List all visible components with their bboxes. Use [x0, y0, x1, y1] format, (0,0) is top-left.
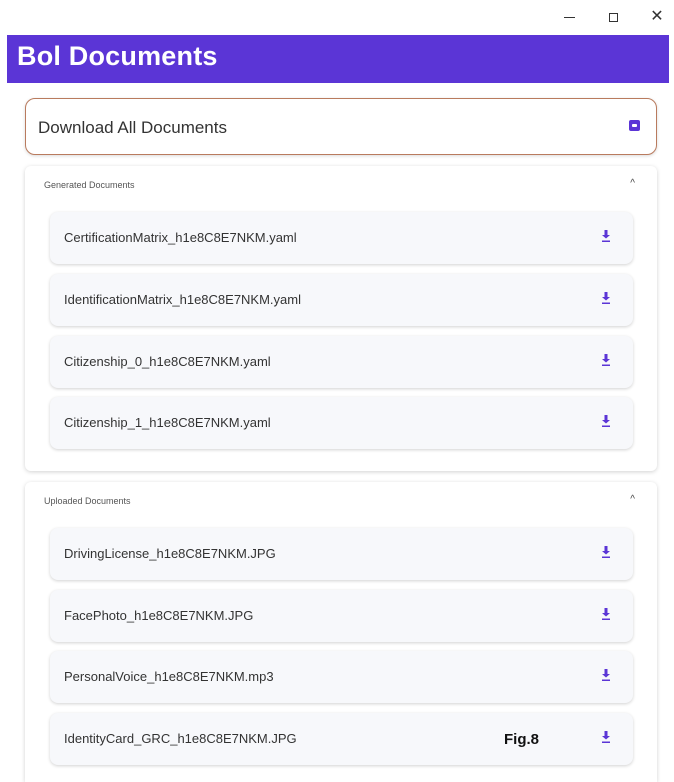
document-item[interactable]: Citizenship_0_h1e8C8E7NKM.yaml — [50, 336, 633, 388]
close-button[interactable]: ✕ — [642, 6, 672, 28]
download-icon[interactable] — [601, 230, 611, 242]
generated-documents-title: Generated Documents — [44, 180, 135, 190]
maximize-button[interactable] — [598, 6, 628, 28]
collapse-generated-button[interactable]: ^ — [630, 178, 635, 189]
document-name: CertificationMatrix_h1e8C8E7NKM.yaml — [64, 230, 297, 245]
document-name: PersonalVoice_h1e8C8E7NKM.mp3 — [64, 669, 274, 684]
document-name: IdentificationMatrix_h1e8C8E7NKM.yaml — [64, 292, 301, 307]
app-header: Bol Documents — [7, 35, 669, 83]
document-item[interactable]: CertificationMatrix_h1e8C8E7NKM.yaml — [50, 212, 633, 264]
document-name: DrivingLicense_h1e8C8E7NKM.JPG — [64, 546, 276, 561]
document-item[interactable]: FacePhoto_h1e8C8E7NKM.JPG — [50, 590, 633, 642]
minimize-button[interactable] — [554, 6, 584, 28]
download-icon[interactable] — [601, 731, 611, 743]
uploaded-documents-title: Uploaded Documents — [44, 496, 131, 506]
figure-label: Fig.8 — [504, 731, 540, 748]
download-icon[interactable] — [601, 354, 611, 366]
download-icon[interactable] — [601, 608, 611, 620]
archive-download-icon — [629, 120, 640, 131]
minimize-icon — [563, 16, 575, 18]
document-item[interactable]: IdentificationMatrix_h1e8C8E7NKM.yaml — [50, 274, 633, 326]
uploaded-documents-panel: Uploaded Documents ^ DrivingLicense_h1e8… — [25, 482, 657, 782]
document-item[interactable]: DrivingLicense_h1e8C8E7NKM.JPG — [50, 528, 633, 580]
page-title: Bol Documents — [17, 41, 218, 71]
document-name: IdentityCard_GRC_h1e8C8E7NKM.JPG — [64, 731, 297, 746]
window-titlebar: ✕ — [0, 0, 674, 34]
download-icon[interactable] — [601, 546, 611, 558]
download-icon[interactable] — [601, 415, 611, 427]
download-all-label: Download All Documents — [38, 118, 227, 137]
document-item[interactable]: PersonalVoice_h1e8C8E7NKM.mp3 — [50, 651, 633, 703]
download-all-button[interactable]: Download All Documents — [25, 98, 657, 155]
document-name: Citizenship_0_h1e8C8E7NKM.yaml — [64, 354, 271, 369]
document-name: Citizenship_1_h1e8C8E7NKM.yaml — [64, 415, 271, 430]
document-item[interactable]: IdentityCard_GRC_h1e8C8E7NKM.JPG Fig.8 — [50, 713, 633, 765]
document-item[interactable]: Citizenship_1_h1e8C8E7NKM.yaml — [50, 397, 633, 449]
document-name: FacePhoto_h1e8C8E7NKM.JPG — [64, 608, 254, 623]
generated-documents-panel: Generated Documents ^ CertificationMatri… — [25, 166, 657, 471]
close-icon: ✕ — [650, 8, 664, 25]
download-icon[interactable] — [601, 669, 611, 681]
maximize-icon — [608, 12, 618, 22]
download-icon[interactable] — [601, 292, 611, 304]
collapse-uploaded-button[interactable]: ^ — [630, 494, 635, 505]
